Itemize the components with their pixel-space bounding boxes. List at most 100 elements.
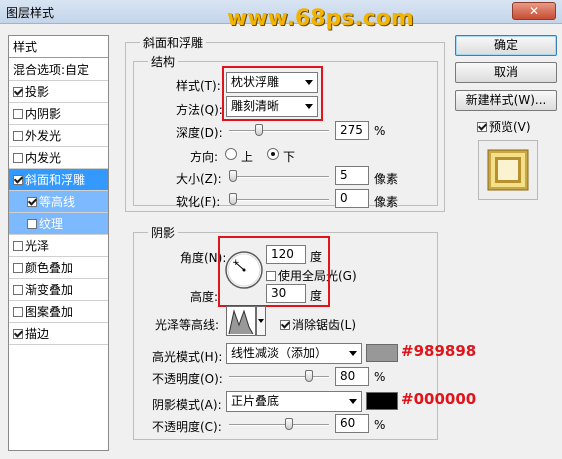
style-item-gradient-overlay[interactable]: 渐变叠加 xyxy=(9,279,108,301)
style-item-stroke[interactable]: 描边 xyxy=(9,323,108,345)
highlight-box-structure xyxy=(222,66,323,121)
size-unit: 像素 xyxy=(374,172,399,186)
checkbox[interactable] xyxy=(27,197,37,207)
item-label: 投影 xyxy=(25,85,50,99)
checkbox[interactable] xyxy=(13,153,23,163)
style-item-outer-glow[interactable]: 外发光 xyxy=(9,125,108,147)
checkbox[interactable] xyxy=(13,285,23,295)
shadow-opacity-slider[interactable] xyxy=(229,418,329,430)
chevron-down-icon xyxy=(349,399,357,404)
soften-slider[interactable] xyxy=(229,193,329,205)
close-button[interactable]: ✕ xyxy=(512,2,556,20)
checkbox[interactable] xyxy=(13,329,23,339)
highlight-mode-label: 高光模式(H): xyxy=(152,350,223,364)
size-label: 大小(Z): xyxy=(176,172,222,186)
shadow-opacity-unit: % xyxy=(374,418,386,432)
highlight-mode-value: 线性减淡（添加） xyxy=(231,346,328,360)
shadow-mode-select[interactable]: 正片叠底 xyxy=(226,391,362,412)
item-label: 斜面和浮雕 xyxy=(25,173,86,187)
checkbox[interactable] xyxy=(477,122,487,132)
item-label: 等高线 xyxy=(39,195,76,209)
size-input[interactable]: 5 xyxy=(335,166,369,185)
blend-options-item[interactable]: 混合选项:自定 xyxy=(9,59,108,81)
item-label: 内发光 xyxy=(25,151,62,165)
ok-button[interactable]: 确定 xyxy=(455,35,557,56)
cancel-button[interactable]: 取消 xyxy=(455,62,557,83)
highlight-color-annotation: #989898 xyxy=(401,342,477,360)
highlight-opacity-slider[interactable] xyxy=(229,370,329,382)
item-label: 内阴影 xyxy=(25,107,62,121)
gloss-contour-label: 光泽等高线: xyxy=(155,318,220,332)
preview-label: 预览(V) xyxy=(489,120,531,134)
checkbox[interactable] xyxy=(13,87,23,97)
chevron-down-icon xyxy=(258,319,264,323)
highlight-opacity-label: 不透明度(O): xyxy=(152,372,223,386)
style-item-inner-glow[interactable]: 内发光 xyxy=(9,147,108,169)
slider-thumb[interactable] xyxy=(229,170,237,182)
depth-unit: % xyxy=(374,124,386,138)
shadow-opacity-input[interactable]: 60 xyxy=(335,414,369,433)
technique-label: 方法(Q): xyxy=(176,103,223,117)
style-item-texture[interactable]: 纹理 xyxy=(9,213,108,235)
gloss-contour-preview[interactable] xyxy=(226,306,256,336)
shadow-mode-value: 正片叠底 xyxy=(231,394,280,408)
new-style-button[interactable]: 新建样式(W)... xyxy=(455,90,557,111)
style-item-satin[interactable]: 光泽 xyxy=(9,235,108,257)
contour-curve-icon xyxy=(228,309,254,335)
style-item-contour[interactable]: 等高线 xyxy=(9,191,108,213)
checkbox[interactable] xyxy=(27,219,37,229)
shadow-mode-label: 阴影模式(A): xyxy=(152,398,222,412)
item-label: 渐变叠加 xyxy=(25,283,74,297)
altitude-label: 高度: xyxy=(190,290,219,304)
styles-header[interactable]: 样式 xyxy=(9,36,108,58)
highlight-color-swatch[interactable] xyxy=(366,344,398,362)
styles-list: 样式 混合选项:自定 投影 内阴影 外发光 内发光 斜面和浮雕 等高线 纹理 光… xyxy=(8,35,109,451)
antialias-checkbox[interactable]: 消除锯齿(L) xyxy=(280,316,356,333)
highlight-mode-select[interactable]: 线性减淡（添加） xyxy=(226,343,362,364)
checkbox[interactable] xyxy=(13,263,23,273)
antialias-label: 消除锯齿(L) xyxy=(292,318,357,332)
slider-thumb[interactable] xyxy=(229,193,237,205)
style-label: 样式(T): xyxy=(176,79,221,93)
direction-up-radio[interactable] xyxy=(225,148,237,160)
style-item-pattern-overlay[interactable]: 图案叠加 xyxy=(9,301,108,323)
checkbox[interactable] xyxy=(280,320,290,330)
depth-input[interactable]: 275 xyxy=(335,121,369,140)
preview-checkbox[interactable]: 预览(V) xyxy=(477,118,531,135)
size-slider[interactable] xyxy=(229,170,329,182)
style-item-drop-shadow[interactable]: 投影 xyxy=(9,81,108,103)
checkbox[interactable] xyxy=(13,241,23,251)
item-label: 描边 xyxy=(25,327,50,341)
highlight-opacity-unit: % xyxy=(374,370,386,384)
bevel-section-title: 斜面和浮雕 xyxy=(140,34,207,51)
direction-down-radio[interactable] xyxy=(267,148,279,160)
shading-title: 阴影 xyxy=(148,224,179,241)
style-item-inner-shadow[interactable]: 内阴影 xyxy=(9,103,108,125)
checkbox[interactable] xyxy=(13,109,23,119)
slider-thumb[interactable] xyxy=(255,124,263,136)
item-label: 光泽 xyxy=(25,239,50,253)
slider-thumb[interactable] xyxy=(305,370,313,382)
checkbox[interactable] xyxy=(13,307,23,317)
contour-dropdown-button[interactable] xyxy=(256,306,266,336)
slider-thumb[interactable] xyxy=(285,418,293,430)
style-item-color-overlay[interactable]: 颜色叠加 xyxy=(9,257,108,279)
depth-slider[interactable] xyxy=(229,124,329,136)
checkbox[interactable] xyxy=(13,175,23,185)
item-label: 外发光 xyxy=(25,129,62,143)
shadow-color-swatch[interactable] xyxy=(366,392,398,410)
preview-swatch-icon xyxy=(487,149,529,191)
window-title: 图层样式 xyxy=(6,6,55,20)
soften-unit: 像素 xyxy=(374,195,399,209)
checkbox[interactable] xyxy=(13,131,23,141)
shadow-color-annotation: #000000 xyxy=(401,390,477,408)
shadow-opacity-label: 不透明度(C): xyxy=(152,420,222,434)
direction-down-label: 下 xyxy=(283,150,296,164)
soften-input[interactable]: 0 xyxy=(335,189,369,208)
style-item-bevel-emboss[interactable]: 斜面和浮雕 xyxy=(9,169,108,191)
structure-title: 结构 xyxy=(148,53,179,70)
highlight-opacity-input[interactable]: 80 xyxy=(335,367,369,386)
item-label: 颜色叠加 xyxy=(25,261,74,275)
watermark: www.68ps.com xyxy=(227,6,414,31)
item-label: 纹理 xyxy=(39,217,64,231)
